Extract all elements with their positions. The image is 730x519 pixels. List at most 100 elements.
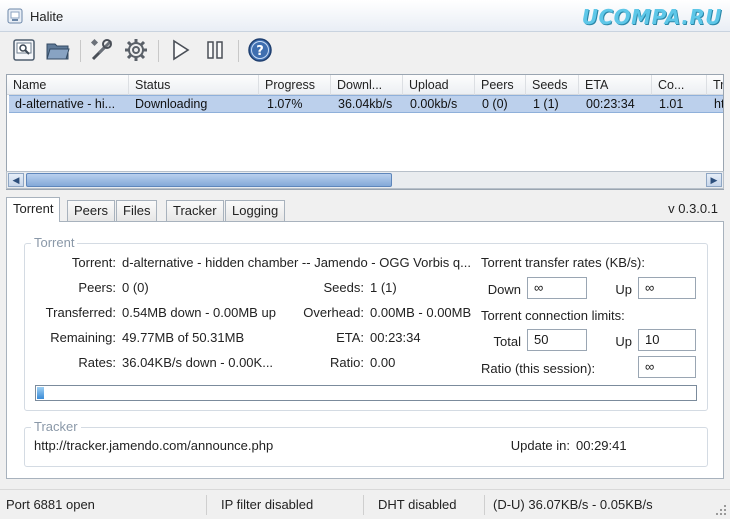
- column-eta[interactable]: ETA: [579, 75, 652, 95]
- toolbar-separator: [238, 40, 239, 62]
- tab-logging[interactable]: Logging: [225, 200, 286, 221]
- transfer-rate-status: (D-U) 36.07KB/s - 0.05KB/s: [493, 497, 653, 512]
- column-name[interactable]: Name: [7, 75, 129, 95]
- arrow-left-icon: ◀: [12, 174, 20, 185]
- cell-seeds: 1 (1): [533, 97, 559, 111]
- open-folder-icon: [46, 43, 70, 60]
- scroll-left-button[interactable]: ◀: [8, 173, 24, 187]
- title-bar: Halite UCOMPA.RU: [0, 0, 730, 32]
- seeds-value: 1 (1): [370, 280, 397, 295]
- seeds-label: Seeds:: [323, 280, 364, 295]
- column-upload[interactable]: Upload: [403, 75, 475, 95]
- arrow-right-icon: ▶: [710, 174, 718, 185]
- dht-status: DHT disabled: [378, 497, 457, 512]
- tracker-group-title: Tracker: [31, 419, 81, 434]
- open-torrent-button[interactable]: [10, 36, 38, 64]
- torrent-progress-bar: [35, 385, 697, 401]
- tab-peers[interactable]: Peers: [67, 200, 115, 221]
- column-seeds[interactable]: Seeds: [526, 75, 579, 95]
- status-bar: Port 6881 open IP filter disabled DHT di…: [0, 489, 730, 519]
- cell-copies: 1.01: [659, 97, 684, 111]
- pause-button[interactable]: [201, 36, 229, 64]
- tab-files[interactable]: Files: [116, 200, 158, 221]
- resume-button[interactable]: [166, 36, 194, 64]
- cell-eta: 00:23:34: [586, 97, 635, 111]
- peers-label: Peers:: [78, 280, 116, 295]
- pause-icon: [207, 41, 223, 59]
- ratio-value: 0.00: [370, 355, 396, 370]
- ratio-session-input[interactable]: ∞: [638, 356, 696, 378]
- column-peers[interactable]: Peers: [475, 75, 526, 95]
- total-limit-label: Total: [493, 334, 521, 349]
- scroll-thumb[interactable]: [26, 173, 392, 187]
- resume-play-icon: [173, 39, 190, 61]
- up-rate-label: Up: [615, 282, 632, 297]
- connection-limits-title: Torrent connection limits:: [481, 308, 625, 323]
- resize-grip-icon[interactable]: [715, 504, 727, 516]
- open-folder-button[interactable]: [44, 36, 72, 64]
- window-title: Halite: [30, 9, 64, 24]
- torrent-list-header: Name Status Progress Downl... Upload Pee…: [7, 75, 723, 95]
- status-separator: [206, 495, 207, 515]
- up-limit-input[interactable]: 10: [638, 329, 696, 351]
- remaining-value: 49.77MB of 50.31MB: [122, 330, 245, 345]
- column-tracker[interactable]: Tr: [707, 75, 723, 95]
- column-download[interactable]: Downl...: [331, 75, 403, 95]
- ipfilter-status: IP filter disabled: [221, 497, 314, 512]
- cell-tracker: ht: [714, 97, 724, 111]
- toolbar-separator: [80, 40, 81, 62]
- down-rate-input[interactable]: ∞: [527, 277, 587, 299]
- horizontal-scrollbar[interactable]: ◀ ▶: [6, 171, 724, 189]
- torrent-name-value: d-alternative - hidden chamber -- Jamend…: [122, 255, 470, 270]
- tab-tracker[interactable]: Tracker: [166, 200, 224, 221]
- total-limit-input[interactable]: 50: [527, 329, 587, 351]
- tools-button[interactable]: [88, 36, 116, 64]
- overhead-value: 0.00MB - 0.00MB: [370, 305, 472, 320]
- open-torrent-icon: [13, 39, 35, 61]
- cell-upload: 0.00kb/s: [410, 97, 458, 111]
- help-button[interactable]: ?: [246, 36, 274, 64]
- torrent-group-title: Torrent: [31, 235, 78, 250]
- cell-download: 36.04kb/s: [338, 97, 393, 111]
- port-status: Port 6881 open: [6, 497, 95, 512]
- table-row[interactable]: d-alternative - hi... Downloading 1.07% …: [9, 95, 724, 113]
- settings-gear-icon: [125, 39, 147, 61]
- update-in-value: 00:29:41: [576, 438, 627, 453]
- column-progress[interactable]: Progress: [259, 75, 331, 95]
- toolbar-separator: [158, 40, 159, 62]
- settings-button[interactable]: [122, 36, 150, 64]
- progress-fill: [37, 387, 44, 399]
- version-label: v 0.3.0.1: [668, 201, 718, 216]
- svg-text:?: ?: [256, 44, 264, 59]
- watermark-logo: UCOMPA.RU: [581, 5, 722, 29]
- tools-icon: [90, 38, 113, 61]
- cell-name: d-alternative - hi...: [15, 97, 116, 111]
- status-separator: [484, 495, 485, 515]
- ratio-session-label: Ratio (this session):: [481, 361, 596, 376]
- down-rate-label: Down: [487, 282, 521, 297]
- transfer-rates-title: Torrent transfer rates (KB/s):: [481, 255, 645, 270]
- up-limit-label: Up: [615, 334, 632, 349]
- status-separator: [363, 495, 364, 515]
- toolbar: ?: [0, 32, 730, 70]
- rates-label: Rates:: [78, 355, 116, 370]
- transferred-label: Transferred:: [45, 305, 116, 320]
- column-status[interactable]: Status: [129, 75, 259, 95]
- tab-torrent[interactable]: Torrent: [6, 197, 61, 222]
- scroll-right-button[interactable]: ▶: [706, 173, 722, 187]
- column-copies[interactable]: Co...: [652, 75, 707, 95]
- update-in-label: Update in:: [510, 438, 570, 453]
- ratio-label: Ratio:: [330, 355, 364, 370]
- rates-value: 36.04KB/s down - 0.00K...: [122, 355, 274, 370]
- overhead-label: Overhead:: [303, 305, 364, 320]
- up-rate-input[interactable]: ∞: [638, 277, 696, 299]
- cell-status: Downloading: [135, 97, 208, 111]
- transferred-value: 0.54MB down - 0.00MB up: [122, 305, 276, 320]
- help-icon: ?: [248, 38, 272, 62]
- cell-progress: 1.07%: [267, 97, 303, 111]
- torrent-label: Torrent:: [71, 255, 116, 270]
- tracker-url: http://tracker.jamendo.com/announce.php: [34, 438, 274, 453]
- eta-label: ETA:: [336, 330, 364, 345]
- eta-value: 00:23:34: [370, 330, 421, 345]
- peers-value: 0 (0): [122, 280, 149, 295]
